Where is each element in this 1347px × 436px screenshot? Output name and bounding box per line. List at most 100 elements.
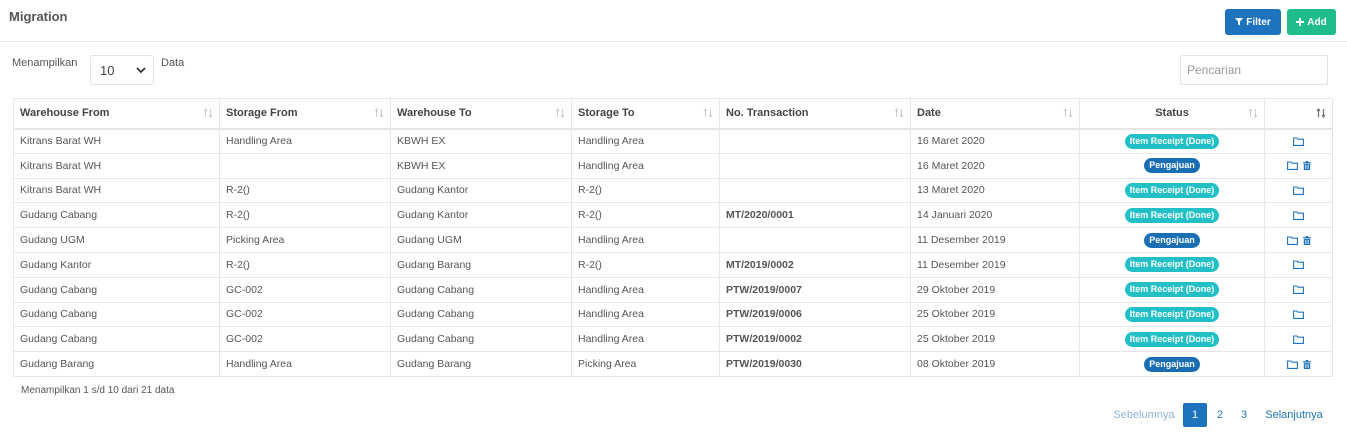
cell-no-transaction — [719, 227, 911, 253]
cell-storage-from — [219, 152, 391, 179]
folder-icon[interactable] — [1293, 137, 1304, 146]
status-badge: Item Receipt (Done) — [1124, 133, 1220, 149]
cell-status: Item Receipt (Done) — [1079, 202, 1265, 229]
page-length-select[interactable]: 10 — [90, 55, 154, 85]
filter-icon — [1235, 18, 1244, 26]
cell-actions — [1264, 202, 1333, 229]
cell-warehouse-from: Gudang Cabang — [13, 276, 220, 303]
cell-warehouse-to: Gudang Kantor — [390, 202, 572, 229]
sort-icon — [894, 108, 904, 118]
column-header-storage-to[interactable]: Storage To — [571, 98, 720, 130]
table-header-row: Warehouse From Storage From Warehouse To… — [13, 98, 1333, 130]
status-badge: Pengajuan — [1144, 158, 1200, 174]
cell-actions — [1264, 276, 1333, 303]
cell-warehouse-to: Gudang Barang — [390, 251, 572, 278]
cell-warehouse-to: Gudang Cabang — [390, 276, 572, 303]
cell-date: 16 Maret 2020 — [910, 152, 1080, 179]
cell-warehouse-from: Kitrans Barat WH — [13, 152, 220, 179]
search-input[interactable] — [1180, 55, 1328, 85]
cell-storage-from: GC-002 — [219, 326, 391, 353]
folder-icon[interactable] — [1293, 285, 1304, 295]
sort-icon — [203, 108, 213, 118]
cell-warehouse-from: Kitrans Barat WH — [13, 177, 220, 204]
folder-icon[interactable] — [1293, 211, 1304, 220]
row-actions — [1271, 186, 1326, 195]
cell-no-transaction: MT/2020/0001 — [719, 202, 911, 229]
column-header-warehouse-from[interactable]: Warehouse From — [13, 98, 220, 130]
cell-storage-from: Handling Area — [219, 351, 391, 377]
cell-storage-to: Picking Area — [571, 351, 720, 377]
folder-icon[interactable] — [1286, 236, 1298, 245]
row-actions — [1271, 137, 1326, 146]
cell-no-transaction: PTW/2019/0002 — [719, 326, 911, 353]
cell-actions — [1264, 326, 1333, 353]
status-badge: Pengajuan — [1144, 232, 1200, 248]
folder-icon[interactable] — [1293, 335, 1304, 344]
cell-warehouse-from: Gudang Cabang — [13, 326, 220, 353]
plus-icon — [1296, 18, 1305, 26]
status-badge: Item Receipt (Done) — [1124, 306, 1220, 322]
pagination-prev[interactable]: Sebelumnya — [1112, 403, 1176, 427]
page-length-value: 10 — [100, 62, 115, 78]
length-prefix-label: Menampilkan — [12, 57, 78, 69]
trash-icon[interactable] — [1302, 359, 1311, 369]
cell-warehouse-to: Gudang Cabang — [390, 301, 572, 328]
trash-icon[interactable] — [1302, 235, 1311, 245]
cell-no-transaction — [719, 177, 911, 204]
trash-icon[interactable] — [1302, 161, 1311, 171]
cell-storage-from: GC-002 — [219, 276, 391, 303]
pagination-page-3[interactable]: 3 — [1232, 403, 1256, 427]
status-badge: Item Receipt (Done) — [1124, 207, 1220, 223]
cell-warehouse-from: Gudang UGM — [13, 227, 220, 253]
cell-actions — [1264, 152, 1333, 179]
folder-icon[interactable] — [1286, 360, 1298, 369]
filter-button[interactable]: Filter — [1225, 9, 1281, 35]
cell-no-transaction — [719, 152, 911, 179]
page-title: Migration — [9, 9, 68, 24]
cell-warehouse-to: Gudang Barang — [390, 351, 572, 377]
cell-status: Item Receipt (Done) — [1079, 128, 1265, 154]
cell-warehouse-to: KBWH EX — [390, 128, 572, 154]
cell-warehouse-from: Gudang Cabang — [13, 301, 220, 328]
cell-storage-to: R-2() — [571, 177, 720, 204]
page-header: Migration Filter Add — [0, 0, 1347, 42]
cell-warehouse-to: KBWH EX — [390, 152, 572, 179]
filter-button-label: Filter — [1246, 16, 1271, 28]
column-header-warehouse-to[interactable]: Warehouse To — [390, 98, 572, 130]
folder-icon[interactable] — [1286, 161, 1298, 171]
row-actions — [1271, 359, 1326, 369]
cell-actions — [1264, 177, 1333, 204]
folder-icon[interactable] — [1293, 260, 1304, 270]
cell-date: 08 Oktober 2019 — [910, 351, 1080, 377]
pagination-next[interactable]: Selanjutnya — [1263, 403, 1325, 427]
table-row: Gudang Cabang GC-002 Gudang Cabang Handling… — [13, 301, 1333, 328]
pagination-page-2[interactable]: 2 — [1208, 403, 1232, 427]
row-actions — [1271, 335, 1326, 344]
cell-warehouse-from: Gudang Cabang — [13, 202, 220, 229]
cell-date: 11 Desember 2019 — [910, 227, 1080, 253]
folder-icon[interactable] — [1293, 310, 1304, 319]
cell-warehouse-to: Gudang Kantor — [390, 177, 572, 204]
cell-warehouse-to: Gudang UGM — [390, 227, 572, 253]
table-row: Gudang UGM Picking Area Gudang UGM Handling… — [13, 227, 1333, 253]
cell-status: Item Receipt (Done) — [1079, 177, 1265, 204]
column-header-actions[interactable] — [1264, 98, 1333, 130]
cell-storage-to: Handling Area — [571, 301, 720, 328]
cell-no-transaction: MT/2019/0002 — [719, 251, 911, 278]
table-row: Gudang Barang Handling Area Gudang Barang P… — [13, 351, 1333, 377]
cell-status: Pengajuan — [1079, 227, 1265, 253]
table-row: Kitrans Barat WH Handling Area KBWH EX Hand… — [13, 128, 1333, 154]
cell-actions — [1264, 128, 1333, 154]
table-row: Gudang Kantor R-2() Gudang Barang R-2() MT/2… — [13, 251, 1333, 278]
column-header-no-transaction[interactable]: No. Transaction — [719, 98, 911, 130]
pagination-page-1[interactable]: 1 — [1183, 403, 1207, 427]
cell-status: Item Receipt (Done) — [1079, 276, 1265, 303]
cell-status: Item Receipt (Done) — [1079, 251, 1265, 278]
status-badge: Item Receipt (Done) — [1124, 182, 1220, 198]
column-header-status[interactable]: Status — [1079, 98, 1265, 130]
sort-icon — [374, 108, 384, 118]
add-button[interactable]: Add — [1287, 9, 1336, 35]
folder-icon[interactable] — [1293, 186, 1304, 195]
column-header-storage-from[interactable]: Storage From — [219, 98, 391, 130]
column-header-date[interactable]: Date — [910, 98, 1080, 130]
